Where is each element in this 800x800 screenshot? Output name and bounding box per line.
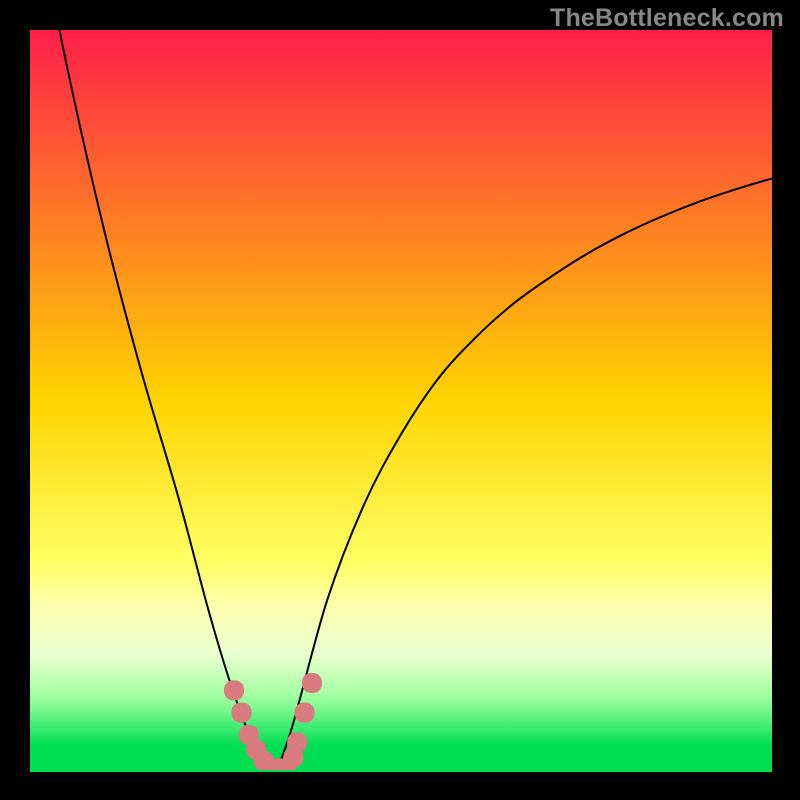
curve-marker (302, 673, 322, 693)
chart-background (30, 30, 772, 772)
curve-marker (224, 680, 244, 700)
curve-marker (287, 732, 307, 752)
bottleneck-chart (0, 0, 800, 800)
watermark-text: TheBottleneck.com (550, 4, 784, 33)
chart-container: { "watermark": "TheBottleneck.com", "col… (0, 0, 800, 800)
curve-marker (231, 703, 251, 723)
curve-marker (295, 703, 315, 723)
